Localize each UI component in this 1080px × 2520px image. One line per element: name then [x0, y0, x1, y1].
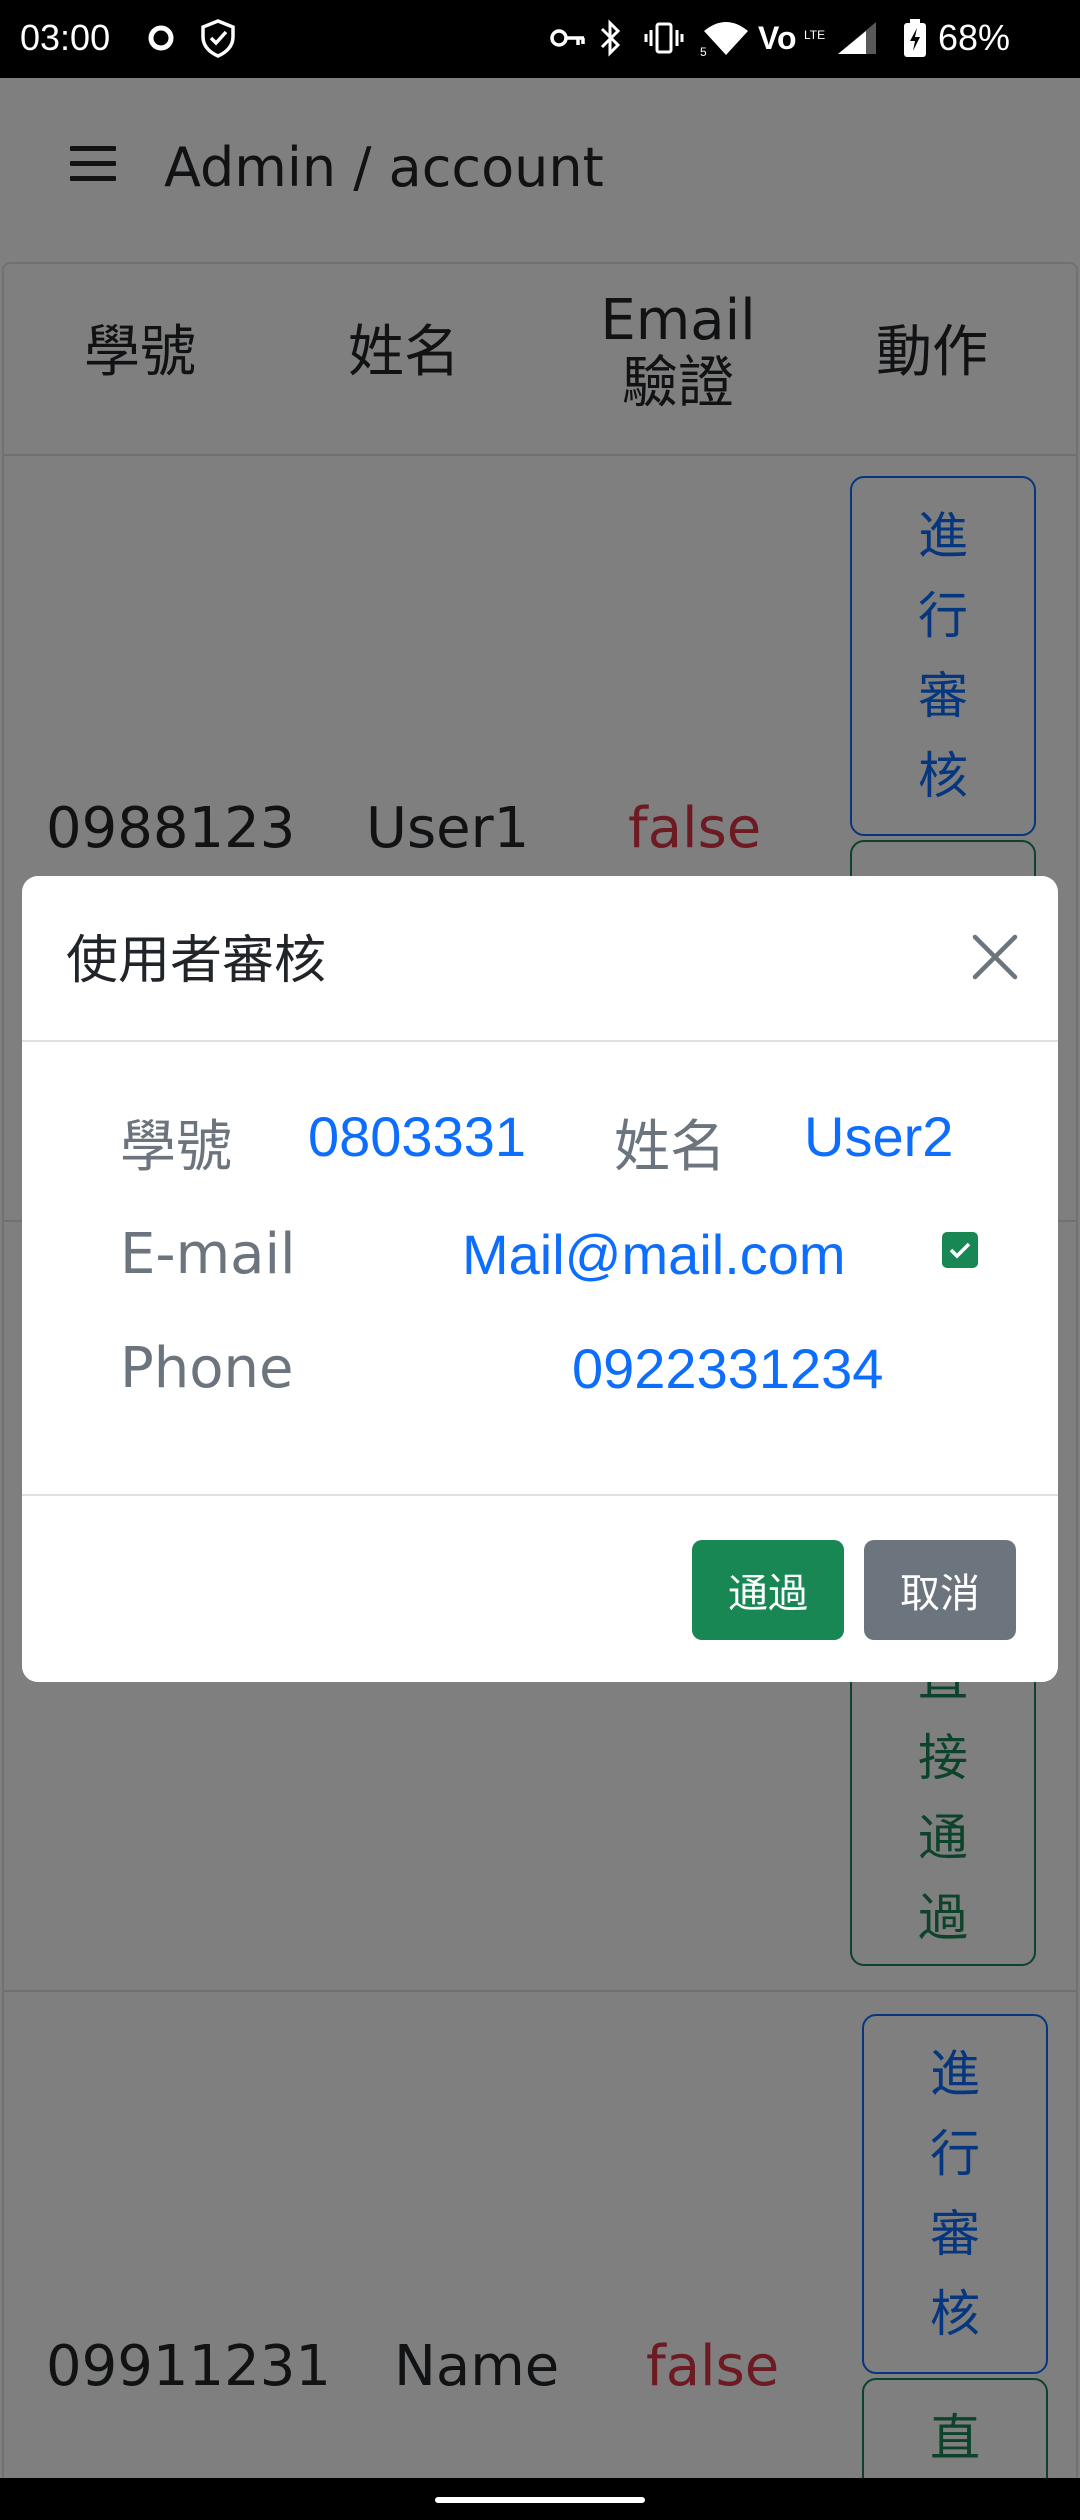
modal-footer: 通過 取消 — [22, 1494, 1058, 1682]
cancel-button[interactable]: 取消 — [864, 1540, 1016, 1640]
email-verified-checkbox[interactable] — [942, 1232, 978, 1268]
student-id-label: 學號 — [120, 1115, 232, 1180]
modal-header: 使用者審核 — [22, 876, 1058, 1042]
bluetooth-icon — [598, 18, 624, 58]
volte-icon: Vo LTE — [758, 18, 828, 58]
phone-label: Phone — [120, 1336, 294, 1401]
approve-button[interactable]: 通過 — [692, 1540, 844, 1640]
email-value: Mail@mail.com — [462, 1223, 846, 1286]
circle-icon — [146, 18, 176, 58]
student-id-value: 0803331 — [308, 1105, 527, 1168]
phone-value: 0922331234 — [572, 1337, 884, 1400]
home-gesture-handle[interactable] — [435, 2497, 645, 2503]
svg-text:Vo: Vo — [758, 20, 797, 56]
wifi-icon: 5 — [700, 18, 754, 58]
status-time: 03:00 — [20, 17, 111, 58]
battery-icon — [902, 18, 928, 58]
battery-percentage: 68% — [938, 17, 1011, 58]
svg-text:LTE: LTE — [804, 28, 825, 42]
vibrate-icon — [644, 18, 684, 58]
svg-text:5: 5 — [700, 45, 707, 57]
status-bar: 03:00 5 Vo LTE 68% — [0, 0, 1080, 78]
signal-icon — [836, 18, 880, 58]
system-nav-bar — [0, 2478, 1080, 2520]
name-value: User2 — [804, 1105, 954, 1168]
name-label: 姓名 — [614, 1115, 726, 1180]
close-icon[interactable] — [970, 932, 1020, 982]
email-label: E-mail — [120, 1222, 296, 1287]
shield-icon — [198, 18, 238, 58]
modal-title: 使用者審核 — [66, 931, 327, 991]
key-icon — [550, 18, 586, 58]
